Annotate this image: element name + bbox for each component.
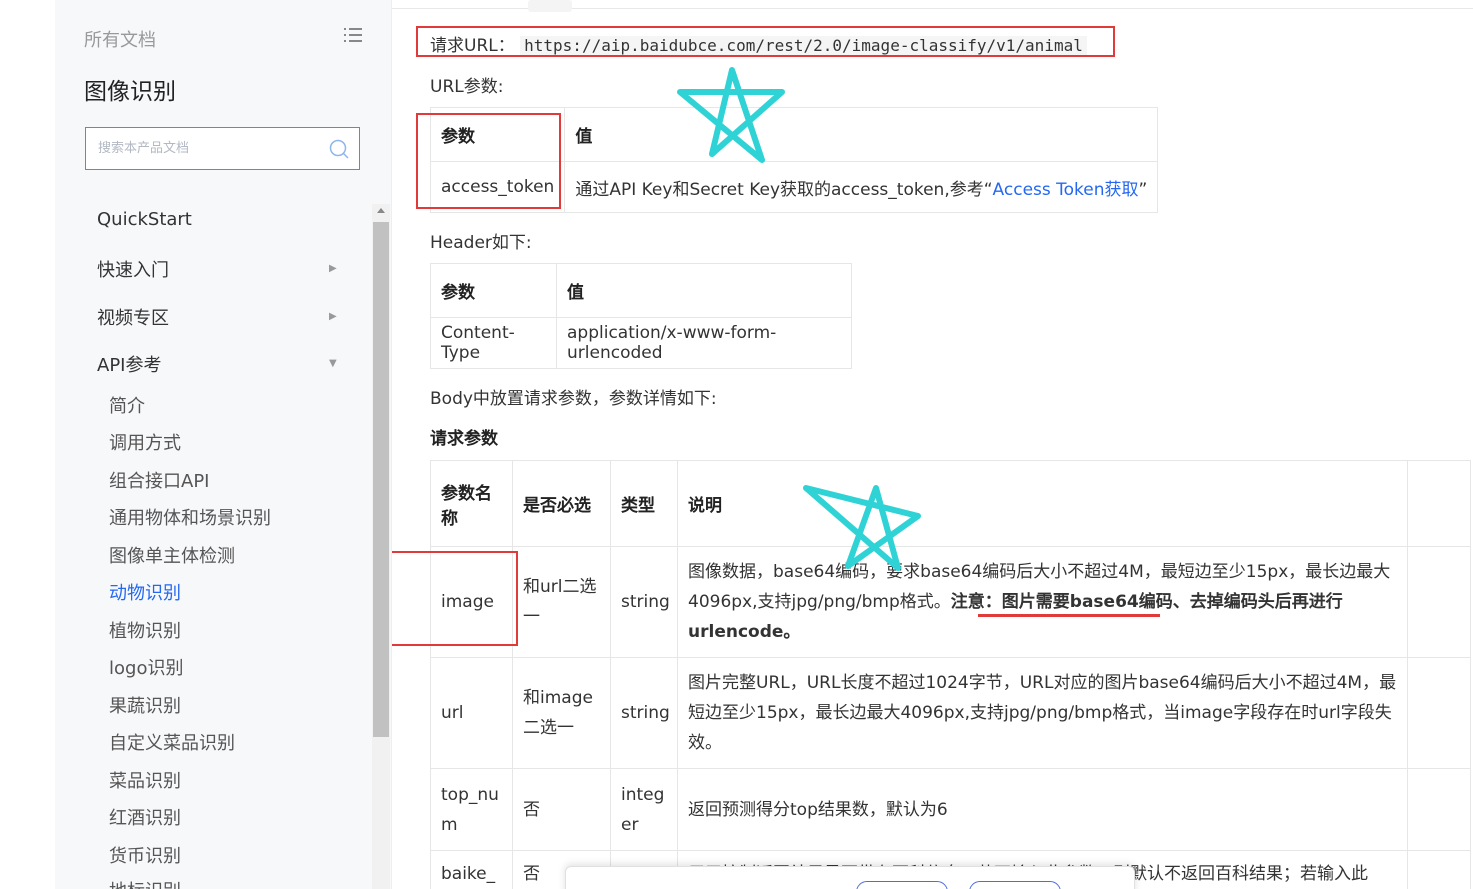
table-header: 值 — [556, 263, 852, 318]
empty-cell — [1407, 850, 1471, 889]
sidebar-scrollbar[interactable] — [372, 204, 390, 889]
table-header-empty — [1407, 460, 1471, 547]
nav-item-quick-intro[interactable]: 快速入门 — [97, 256, 169, 282]
nav-sub-currency[interactable]: 货币识别 — [109, 842, 181, 868]
table-header: 参数 — [430, 263, 557, 318]
param-name-cell: access_token — [429, 161, 566, 213]
left-gutter — [0, 0, 55, 889]
nav-sub-general-object[interactable]: 通用物体和场景识别 — [109, 504, 271, 530]
nav-sub-intro[interactable]: 简介 — [109, 392, 145, 418]
nav-sub-dish[interactable]: 菜品识别 — [109, 767, 181, 793]
nav-item-quickstart[interactable]: QuickStart — [97, 209, 192, 230]
doc-search — [85, 127, 360, 170]
nav-sub-fruit-veg[interactable]: 果蔬识别 — [109, 692, 181, 718]
table-row: top_num 否 integer 返回预测得分top结果数，默认为6 — [430, 768, 1471, 851]
header-label: Header如下: — [430, 233, 532, 253]
table-header: 参数名称 — [430, 460, 513, 547]
param-type-cell: string — [610, 657, 678, 769]
param-required-cell: 否 — [512, 768, 611, 851]
param-required-cell: 和image二选一 — [512, 657, 611, 769]
scroll-thumb[interactable] — [373, 222, 389, 737]
all-docs-link[interactable]: 所有文档 — [84, 26, 156, 52]
header-name-cell: Content-Type — [430, 317, 557, 369]
param-name-cell: url — [430, 657, 513, 769]
doc-content: 请求URL： https://aip.baidubce.com/rest/2.0… — [392, 0, 1473, 889]
nav-sub-combo-api[interactable]: 组合接口API — [109, 467, 209, 493]
body-label: Body中放置请求参数，参数详情如下: — [430, 389, 717, 409]
request-params-title: 请求参数 — [430, 429, 498, 449]
product-title: 图像识别 — [84, 79, 176, 105]
table-row: url 和image二选一 string 图片完整URL，URL长度不超过102… — [430, 657, 1471, 769]
doc-sidebar: 所有文档 图像识别 QuickStart 快速入门 ▶ 视频专区 ▶ API参考… — [55, 0, 392, 889]
annotation-underline — [978, 614, 1160, 617]
table-header: 是否必选 — [512, 460, 611, 547]
url-params-label: URL参数: — [430, 77, 504, 97]
nav-sub-animal[interactable]: 动物识别 — [109, 579, 181, 605]
nav-sub-single-subject[interactable]: 图像单主体检测 — [109, 542, 235, 568]
chevron-right-icon[interactable]: ▶ — [329, 311, 337, 322]
doc-search-input[interactable] — [86, 128, 318, 169]
empty-cell — [1407, 657, 1471, 769]
param-desc-cell: 返回预测得分top结果数，默认为6 — [677, 768, 1408, 851]
param-name-cell: top_num — [430, 768, 513, 851]
param-desc-cell: 图像数据，base64编码，要求base64编码后大小不超过4M，最短边至少15… — [677, 546, 1408, 658]
table-header: 参数 — [429, 107, 566, 162]
feedback-pill-button[interactable] — [856, 881, 948, 889]
table-header: 值 — [564, 107, 1159, 162]
param-type-cell: integer — [610, 768, 678, 851]
value-text: 通过API Key和Secret Key获取的access_token,参考“ — [575, 179, 993, 200]
param-value-cell: 通过API Key和Secret Key获取的access_token,参考“A… — [564, 161, 1159, 213]
value-text: ” — [1138, 179, 1148, 200]
header-value-cell: application/x-www-form-urlencoded — [556, 317, 852, 369]
nav-sub-logo[interactable]: logo识别 — [109, 654, 183, 680]
param-desc-cell: 图片完整URL，URL长度不超过1024字节，URL对应的图片base64编码后… — [677, 657, 1408, 769]
list-menu-icon[interactable] — [344, 27, 362, 43]
nav-item-api-ref[interactable]: API参考 — [97, 351, 161, 377]
access-token-link[interactable]: Access Token获取 — [993, 180, 1139, 200]
nav-sub-custom-dish[interactable]: 自定义菜品识别 — [109, 729, 235, 755]
chevron-right-icon[interactable]: ▶ — [329, 263, 337, 274]
param-name-cell: image — [430, 546, 513, 658]
star-annotation-icon — [677, 67, 785, 163]
floating-feedback-bar[interactable] — [565, 866, 1135, 889]
scroll-up-arrow-icon[interactable] — [377, 208, 385, 213]
note-label: 注意： — [950, 592, 1002, 612]
request-url-line: 请求URL： https://aip.baidubce.com/rest/2.0… — [430, 31, 1087, 56]
empty-cell — [1407, 768, 1471, 851]
param-required-cell: 和url二选一 — [512, 546, 611, 658]
nav-sub-call-method[interactable]: 调用方式 — [109, 429, 181, 455]
request-url: https://aip.baidubce.com/rest/2.0/image-… — [520, 36, 1087, 55]
nav-sub-wine[interactable]: 红酒识别 — [109, 804, 181, 830]
chevron-down-icon[interactable]: ▼ — [329, 358, 337, 369]
star-annotation-icon — [803, 485, 921, 571]
empty-cell — [1407, 546, 1471, 658]
request-params-table: 参数名称 是否必选 类型 说明 image 和url二选一 string 图像数… — [430, 460, 1471, 889]
nav-sub-landmark[interactable]: 地标识别 — [109, 877, 181, 889]
table-header: 类型 — [610, 460, 678, 547]
inline-code — [528, 0, 572, 12]
feedback-pill-button[interactable] — [969, 881, 1061, 889]
nav-sub-plant[interactable]: 植物识别 — [109, 617, 181, 643]
search-icon[interactable] — [329, 139, 349, 159]
nav-item-video[interactable]: 视频专区 — [97, 304, 169, 330]
header-table: 参数 值 Content-Type application/x-www-form… — [430, 263, 852, 369]
param-type-cell: string — [610, 546, 678, 658]
request-url-label: 请求URL： — [430, 36, 515, 56]
table-header: 说明 — [677, 460, 1408, 547]
param-name-cell: baike_num — [430, 850, 513, 889]
table-row: image 和url二选一 string 图像数据，base64编码，要求bas… — [430, 546, 1471, 658]
